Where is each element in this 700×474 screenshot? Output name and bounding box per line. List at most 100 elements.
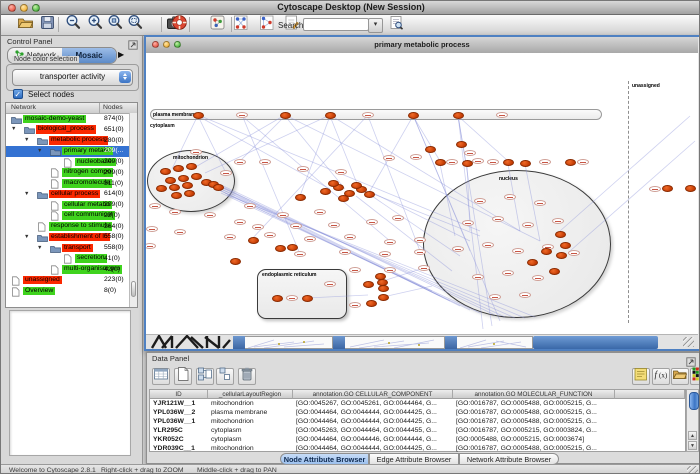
- resize-grip-icon[interactable]: [687, 466, 698, 474]
- import-attributes-button[interactable]: [671, 368, 689, 385]
- attribute-batch-button[interactable]: [196, 368, 214, 385]
- expand-arrow-icon[interactable]: ▼: [37, 148, 42, 154]
- network-node-label[interactable]: [552, 218, 564, 224]
- table-cell[interactable]: cytoplasm: [208, 426, 293, 435]
- network-node-label[interactable]: [244, 203, 256, 209]
- attribute-editor-button[interactable]: [632, 368, 650, 385]
- network-node-label[interactable]: [568, 250, 580, 256]
- table-cell[interactable]: [GO:0044464, GO:0044444, GO:0044425, G..…: [293, 417, 453, 426]
- network-node-label[interactable]: [349, 302, 361, 308]
- network-view-titlebar[interactable]: primary metabolic process: [146, 37, 698, 54]
- network-node-label[interactable]: [366, 219, 378, 225]
- network-node-label[interactable]: [234, 219, 246, 225]
- network-node[interactable]: [456, 141, 467, 148]
- network-node-label[interactable]: [379, 251, 391, 257]
- search-dropdown-button[interactable]: ▾: [368, 18, 383, 33]
- delete-attribute-button[interactable]: [238, 368, 256, 385]
- network-node[interactable]: [287, 244, 298, 251]
- background-mini-window[interactable]: [445, 336, 533, 349]
- table-cell[interactable]: [GO:0016787, GO:0005215, GO:0003824, G..…: [453, 426, 615, 435]
- expand-arrow-icon[interactable]: ▼: [11, 126, 16, 132]
- network-node[interactable]: [425, 146, 436, 153]
- formula-builder-button[interactable]: f(x): [652, 368, 670, 385]
- network-node-label[interactable]: [314, 209, 326, 215]
- network-node-label[interactable]: [384, 267, 396, 273]
- table-cell[interactable]: [GO:0045263, GO:0044464, GO:0044455, G..…: [293, 426, 453, 435]
- table-column-header[interactable]: _cellularLayoutRegion: [208, 390, 293, 399]
- network-tree-row[interactable]: multi-organism pro42(0): [6, 264, 138, 275]
- network-tree-row[interactable]: mosaic-demo-yeast874(0): [6, 114, 138, 125]
- network-node-label[interactable]: [522, 222, 534, 228]
- table-cell[interactable]: [GO:0045267, GO:0045261, GO:0044464, G..…: [293, 399, 453, 408]
- network-node[interactable]: [503, 159, 514, 166]
- table-cell[interactable]: mitochondrion: [208, 399, 293, 408]
- table-cell[interactable]: mitochondrion: [208, 444, 293, 453]
- network-node[interactable]: [541, 248, 552, 255]
- table-cell[interactable]: YDR039C__1: [150, 444, 208, 453]
- network-node-label[interactable]: [410, 154, 422, 160]
- network-node-label[interactable]: [146, 226, 158, 232]
- table-cell[interactable]: [GO:0005488, GO:0005215, GO:0003674]: [453, 435, 615, 444]
- network-node-label[interactable]: [259, 159, 271, 165]
- network-node[interactable]: [556, 252, 567, 259]
- network-tree-row[interactable]: nitrogen compo209(0): [6, 167, 138, 178]
- network-node-label[interactable]: [472, 158, 484, 164]
- tree-scrollbar-thumb[interactable]: [131, 281, 137, 297]
- network-node-label[interactable]: [290, 223, 302, 229]
- expand-arrow-icon[interactable]: ▼: [24, 191, 29, 197]
- network-node[interactable]: [171, 192, 182, 199]
- network-node-label[interactable]: [418, 265, 430, 271]
- network-node-label[interactable]: [297, 166, 309, 172]
- network-node[interactable]: [320, 188, 331, 195]
- float-window-icon[interactable]: [128, 37, 138, 55]
- network-node-label[interactable]: [220, 170, 232, 176]
- attribute-select-button[interactable]: [152, 368, 170, 385]
- network-tree-row[interactable]: ▼primary metabo209(...: [6, 146, 138, 157]
- resize-grip-icon[interactable]: [683, 337, 694, 347]
- table-cell[interactable]: [GO:0016787, GO:0005488, GO:0005215, G..…: [453, 408, 615, 417]
- network-tree-row[interactable]: secretion41(0): [6, 253, 138, 264]
- network-node[interactable]: [182, 182, 193, 189]
- network-node[interactable]: [363, 281, 374, 288]
- network-node[interactable]: [280, 112, 291, 119]
- tree-scrollbar[interactable]: [129, 113, 137, 307]
- network-node[interactable]: [328, 180, 339, 187]
- attribute-matrix-button[interactable]: [216, 368, 234, 385]
- table-cell[interactable]: [GO:0044464, GO:0044444, GO:0044425, G..…: [293, 408, 453, 417]
- help-button[interactable]: [169, 16, 189, 34]
- save-button[interactable]: [37, 16, 57, 34]
- select-nodes-checkbox[interactable]: ✓: [13, 89, 23, 99]
- network-node-label[interactable]: [519, 292, 531, 298]
- background-mini-window[interactable]: [233, 336, 333, 349]
- network-tree-row[interactable]: nucleobase-209(0): [6, 157, 138, 168]
- network-node[interactable]: [186, 163, 197, 170]
- network-tree-row[interactable]: response to stimulu264(0): [6, 221, 138, 232]
- network-node-label[interactable]: [169, 209, 181, 215]
- network-node-label[interactable]: [472, 274, 484, 280]
- birds-eye-view[interactable]: [9, 310, 131, 456]
- network-tree-row[interactable]: cell communicat22(0): [6, 210, 138, 221]
- network-node[interactable]: [275, 245, 286, 252]
- network-node[interactable]: [213, 184, 224, 191]
- network-node-label[interactable]: [190, 149, 202, 155]
- table-cell[interactable]: [GO:0044464, GO:0044446, GO:0044444, G..…: [293, 435, 453, 444]
- network-node-label[interactable]: [489, 294, 501, 300]
- network-node-label[interactable]: [487, 159, 499, 165]
- network-node-label[interactable]: [339, 249, 351, 255]
- network-node-label[interactable]: [264, 232, 276, 238]
- network-node-label[interactable]: [482, 242, 494, 248]
- network-tree-row[interactable]: ▼cellular process614(0): [6, 189, 138, 200]
- network-node-label[interactable]: [539, 159, 551, 165]
- network-node-label[interactable]: [383, 155, 395, 161]
- network-node-label[interactable]: [349, 267, 361, 273]
- open-file-button[interactable]: [15, 16, 35, 34]
- network-node[interactable]: [156, 185, 167, 192]
- network-node-label[interactable]: [204, 212, 216, 218]
- network-node-label[interactable]: [414, 237, 426, 243]
- table-cell[interactable]: [GO:0044464, GO:0044444, GO:0044425, G..…: [293, 444, 453, 453]
- network-node[interactable]: [169, 184, 180, 191]
- table-cell[interactable]: YPL036W__2: [150, 408, 208, 417]
- network-node[interactable]: [527, 259, 538, 266]
- network-node[interactable]: [435, 159, 446, 166]
- search-input[interactable]: [303, 18, 369, 31]
